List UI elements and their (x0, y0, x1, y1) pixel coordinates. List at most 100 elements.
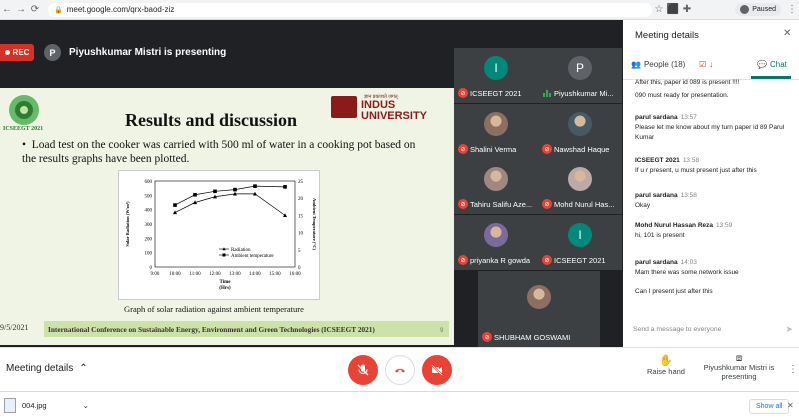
raise-hand-button[interactable]: ✋ Raise hand (646, 354, 686, 376)
extension-icon[interactable]: ⬛ (666, 3, 680, 17)
tab-people[interactable]: 👥 People (18) (631, 60, 685, 69)
x-tick-label: 15:00 (269, 272, 281, 277)
x-axis-label: Time (219, 280, 231, 285)
chat-icon: 💬 (757, 60, 767, 69)
close-downloads-icon[interactable]: ✕ (787, 401, 794, 410)
chat-message: After this, paper id 089 is present !!!! (635, 78, 790, 88)
activities-tab[interactable]: ☑ ↓ (699, 60, 713, 69)
participant-name: Mohd Nurul Has... (554, 200, 615, 209)
activities-icon: ☑ (699, 60, 707, 69)
data-point-temperature (233, 187, 237, 192)
chevron-down-icon[interactable]: ⌄ (83, 401, 89, 410)
address-bar[interactable]: 🔒 meet.google.com/qrx-baod-ziz (48, 2, 652, 17)
more-options-icon[interactable]: ⋮ (788, 364, 798, 375)
y-right-tick-label: 5 (298, 249, 301, 254)
presentation-slide: ICSEEGT 2021 Results and discussion ज्ञा… (0, 88, 454, 345)
participant-tile[interactable]: ⊘ priyanka R gowda (454, 215, 538, 270)
data-point-temperature (253, 184, 257, 188)
participant-name: Tahiru Salifu Aze... (470, 200, 533, 209)
participant-tile[interactable]: I ⊘ ICSEEGT 2021 (454, 48, 538, 103)
profile-paused-button[interactable]: Paused (735, 3, 781, 16)
x-tick-label: 10:00 (169, 272, 181, 277)
slide-date: 9/5/2021 (0, 323, 29, 332)
present-now-button[interactable]: ⧈ Piyushkumar Mistri is presenting (703, 353, 775, 382)
participant-tile[interactable]: ⊘ SHUBHAM GOSWAMI (478, 271, 600, 347)
present-screen-icon: ⧈ (735, 353, 743, 364)
participant-tile[interactable]: P Piyushkumar Mi... (538, 48, 622, 103)
send-icon[interactable]: ➤ (785, 324, 793, 335)
data-point-temperature (173, 203, 177, 207)
chat-message: ICSEEGT 2021 13:58 If u r present, u must … (635, 156, 790, 176)
y-left-axis-label: Solar Radiation (W/m²) (125, 201, 130, 247)
conference-band: International Conference on Sustainable … (44, 321, 449, 337)
participant-tile[interactable]: I ⊘ ICSEEGT 2021 (538, 215, 622, 270)
puzzle-icon[interactable]: ✚ (680, 3, 694, 17)
recording-badge: REC (0, 44, 34, 61)
message-text: Can I present just after this (635, 288, 713, 295)
chat-message: 090 must ready for presentation. (635, 91, 790, 101)
message-text: Please let me know about my turn paper i… (635, 124, 785, 141)
participant-photo (484, 167, 508, 191)
message-time: 13:59 (716, 222, 733, 229)
show-all-button[interactable]: Show all (749, 399, 790, 414)
star-icon[interactable]: ☆ (652, 3, 666, 17)
participant-tile[interactable]: ⊘ Nawshad Haque (538, 104, 622, 159)
chevron-up-icon: ⌃ (79, 363, 88, 374)
meeting-details-panel: Meeting details ✕ 👥 People (18) ☑ ↓ 💬 Ch… (623, 20, 799, 347)
chat-message: Can I present just after this (635, 287, 790, 297)
message-time: 13:57 (680, 114, 697, 121)
chat-message: parul sardana 13:57 Please let me know abo… (635, 113, 790, 143)
browser-menu-icon[interactable]: ⋮ (785, 3, 799, 17)
participant-tile[interactable]: ⊘ Shalini Verma (454, 104, 538, 159)
audio-level-icon (542, 89, 552, 97)
mic-off-icon: ⊘ (482, 332, 492, 342)
message-text: If u r present, u must present just afte… (635, 167, 757, 174)
university-name: INDUS UNIVERSITY (361, 99, 428, 122)
presenter-avatar: P (44, 44, 61, 61)
profile-avatar (740, 5, 750, 14)
meeting-details-button[interactable]: Meeting details ⌃ (6, 363, 88, 374)
participant-name: Nawshad Haque (554, 145, 610, 154)
participant-tile[interactable]: ⊘ Mohd Nurul Has... (538, 159, 622, 214)
legend-marker-temperature (222, 253, 226, 257)
participant-name: priyanka R gowda (470, 256, 531, 265)
x-tick-label: 13:00 (229, 272, 241, 277)
data-point-radiation (283, 213, 287, 217)
y-left-tick-label: 0 (150, 266, 153, 271)
download-item[interactable]: 004.jpg ⌄ (4, 398, 89, 413)
hand-icon: ✋ (659, 355, 673, 367)
reload-icon[interactable]: ⟳ (28, 3, 42, 17)
y-right-tick-label: 10 (298, 232, 304, 237)
y-left-tick-label: 400 (145, 209, 153, 214)
tab-chat[interactable]: 💬 Chat (757, 60, 787, 69)
message-sender: parul sardana (635, 114, 678, 121)
message-text: Okay (635, 202, 651, 209)
mic-toggle-button[interactable] (348, 355, 378, 385)
x-tick-label: 14:00 (249, 272, 261, 277)
participant-name: Piyushkumar Mi... (554, 89, 614, 98)
meeting-stage: REC P Piyushkumar Mistri is presenting I… (0, 20, 623, 347)
url-text: meet.google.com/qrx-baod-ziz (66, 5, 175, 14)
message-text: Mam there was some network issue (635, 269, 739, 276)
y-right-tick-label: 0 (298, 266, 301, 271)
participant-name: Shalini Verma (470, 145, 517, 154)
camera-toggle-button[interactable] (422, 355, 452, 385)
message-sender: parul sardana (635, 192, 678, 199)
file-icon (4, 398, 16, 413)
legend-label: Ambient temperature (231, 254, 274, 259)
leave-call-button[interactable] (385, 355, 415, 385)
forward-icon[interactable]: → (14, 3, 28, 17)
participant-tile[interactable]: ⊘ Tahiru Salifu Aze... (454, 159, 538, 214)
participant-photo (568, 112, 592, 136)
chat-input[interactable]: Send a message to everyone ➤ (633, 322, 793, 336)
data-point-temperature (213, 189, 217, 194)
back-icon[interactable]: ← (0, 3, 14, 17)
close-panel-icon[interactable]: ✕ (783, 28, 791, 39)
chat-messages: After this, paper id 089 is present !!!!… (623, 78, 799, 321)
browser-toolbar: ← → ⟳ 🔒 meet.google.com/qrx-baod-ziz ☆ ⬛… (0, 0, 799, 20)
presenter-banner: P Piyushkumar Mistri is presenting (44, 44, 226, 61)
download-bar: 004.jpg ⌄ Show all ✕ (0, 391, 799, 420)
slide-title: Results and discussion (125, 110, 298, 130)
message-time: 14:03 (680, 259, 697, 266)
message-time: 13:58 (680, 192, 697, 199)
